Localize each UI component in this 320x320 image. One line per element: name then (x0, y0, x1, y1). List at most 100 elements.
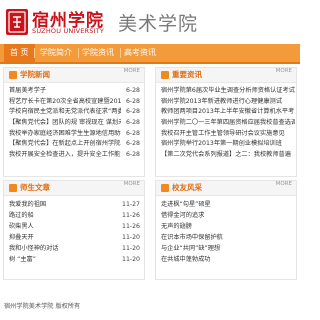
article-title[interactable]: 砍柴黑人 (9, 221, 34, 232)
list-item[interactable]: 在共城中蓬勃成功 (156, 254, 296, 265)
expo-title[interactable]: 在共城中蓬勃成功 (161, 254, 211, 265)
list-item[interactable]: 我校召开主管工作主管领导研讨会议实施意见 (156, 129, 296, 140)
list-item[interactable]: 树 “主富” 11-20 (4, 254, 144, 265)
notice-title[interactable]: 宿州学院2013年新进教师进行心理健康测试 (161, 97, 282, 108)
article-list: 我爱我的祖国 11-27 路过的船 11-26 砍柴黑人 11-26 抑叠天开 11-2… (4, 196, 144, 265)
list-item[interactable]: 【聚焦党代会】团队的规 审视现在 谋划未来 6-28 (4, 118, 144, 129)
nav-admission-news[interactable]: 高考资讯 (124, 44, 156, 62)
list-item[interactable]: 【第二次党代会系列报道】之二：我校教师普遍 (156, 150, 296, 161)
panel-title: 校友风采 (172, 183, 202, 192)
news-title[interactable]: 程艺厅长卡在第20次全省高校宣建暨2013年度高教 (9, 97, 121, 108)
article-date: 11-20 (122, 245, 140, 252)
panel-header: 师生文章 MORE (4, 181, 144, 196)
orange-square-icon (9, 184, 17, 192)
news-date: 6-28 (125, 129, 140, 137)
expo-title[interactable]: 无声的翅膀 (161, 221, 192, 232)
more-link[interactable]: MORE (124, 68, 140, 74)
list-item[interactable]: 学校向宿民主党派和无党派代表征求“两委”工作 6-28 (4, 107, 144, 118)
main-nav: 首 页 学院简介 学院资讯 高考资讯 (0, 44, 300, 64)
list-item[interactable]: 无声的翅膀 (156, 221, 296, 232)
orange-square-icon (9, 71, 17, 79)
site-header: 宿州学院 SUZHOU UNIVERSITY 美术学院 (0, 0, 300, 44)
copyright-text: 宿州学院美术学院 版权所有 (4, 303, 81, 310)
notice-title[interactable]: 宿州学院二〇一三年第四届资格应届我校普查选调 (161, 118, 295, 129)
site-title: 美术学院 (118, 13, 199, 35)
logo-english-name[interactable]: SUZHOU UNIVERSITY (32, 27, 104, 35)
list-item[interactable]: 路过的船 11-26 (4, 210, 144, 221)
news-title[interactable]: 【聚焦党代会】在新起点上开创宿州学院发展新局 (9, 139, 121, 150)
list-item[interactable]: 与企业“共同”缺”理想 (156, 243, 296, 254)
expo-list: 走进枫“勾星”硕星 借得金河的追求 无声的翅膀 在识本市场中保留护航 与企业“共… (156, 196, 296, 265)
list-item[interactable]: 砍柴黑人 11-26 (4, 221, 144, 232)
college-news-panel: 学院新闻 MORE 首届美考学子 6-28 程艺厅长卡在第20次全省高校宣建暨20… (3, 67, 145, 177)
list-item[interactable]: 宿州学院第6届次毕业生调查分析师资格认证考试 (156, 86, 296, 97)
nav-college-news[interactable]: 学院资讯 (82, 44, 114, 62)
list-item[interactable]: 我校举办家庭经济困难学生生源地信用助学贷款专 6-28 (4, 129, 144, 140)
panel-title: 师生文章 (20, 183, 50, 192)
more-link[interactable]: MORE (276, 181, 292, 187)
panel-title: 学院新闻 (20, 70, 50, 79)
notice-title[interactable]: 宿州学院举行2013年第一期创业模拟培训班 (161, 139, 282, 150)
nav-separator (78, 48, 79, 58)
list-item[interactable]: 我校开展安全检查进入，提升安全工作能力 6-28 (4, 150, 144, 161)
panel-title: 重要资讯 (172, 70, 202, 79)
panel-header: 学院新闻 MORE (4, 68, 144, 83)
nav-home[interactable]: 首 页 (4, 44, 35, 62)
orange-square-icon (161, 184, 169, 192)
article-date: 11-26 (122, 212, 140, 219)
list-item[interactable]: 宿州学院二〇一三年第四届资格应届我校普查选调 (156, 118, 296, 129)
list-item[interactable]: 走进枫“勾星”硕星 (156, 199, 296, 210)
more-link[interactable]: MORE (124, 181, 140, 187)
notice-title[interactable]: 【第二次党代会系列报道】之二：我校教师普遍 (161, 150, 291, 161)
nav-separator (34, 48, 35, 58)
expo-title[interactable]: 与企业“共同”缺”理想 (161, 243, 220, 254)
news-date: 6-28 (125, 151, 140, 159)
notice-title[interactable]: 宿州学院第6届次毕业生调查分析师资格认证考试 (161, 86, 295, 97)
list-item[interactable]: 抑叠天开 11-20 (4, 232, 144, 243)
article-title[interactable]: 树 “主富” (9, 254, 36, 265)
news-date: 6-28 (125, 97, 140, 105)
panel-header: 重要资讯 MORE (156, 68, 296, 83)
list-item[interactable]: 程艺厅长卡在第20次全省高校宣建暨2013年度高教 6-28 (4, 97, 144, 108)
news-date: 6-28 (125, 119, 140, 127)
notices-panel: 重要资讯 MORE 宿州学院第6届次毕业生调查分析师资格认证考试 宿州学院201… (155, 67, 297, 177)
article-title[interactable]: 路过的船 (9, 210, 34, 221)
expo-title[interactable]: 在识本市场中保留护航 (161, 232, 223, 243)
list-item[interactable]: 首届美考学子 6-28 (4, 86, 144, 97)
nav-separator (120, 48, 121, 58)
news-title[interactable]: 首届美考学子 (9, 86, 46, 97)
article-date: 11-20 (122, 234, 140, 241)
list-item[interactable]: 我爱我的祖国 11-27 (4, 199, 144, 210)
article-title[interactable]: 抑叠天开 (9, 232, 34, 243)
notice-title[interactable]: 教师团两项目2013年上半年安徽省计算机水平考 (161, 107, 294, 118)
article-date: 11-20 (122, 256, 140, 263)
list-item[interactable]: 在识本市场中保留护航 (156, 232, 296, 243)
expo-title[interactable]: 走进枫“勾星”硕星 (161, 199, 211, 210)
article-title[interactable]: 我和小怪神的对话 (9, 243, 59, 254)
notice-list: 宿州学院第6届次毕业生调查分析师资格认证考试 宿州学院2013年新进教师进行心理… (156, 83, 296, 161)
nav-college-intro[interactable]: 学院简介 (40, 44, 72, 62)
expo-title[interactable]: 借得金河的追求 (161, 210, 204, 221)
article-date: 11-27 (122, 201, 140, 208)
university-seal-icon[interactable] (5, 8, 29, 36)
teacher-articles-panel: 师生文章 MORE 我爱我的祖国 11-27 路过的船 11-26 砍柴黑人 11-2… (3, 180, 145, 280)
notice-title[interactable]: 我校召开主管工作主管领导研讨会议实施意见 (161, 129, 285, 140)
article-title[interactable]: 我爱我的祖国 (9, 199, 46, 210)
news-date: 6-28 (125, 140, 140, 148)
news-list: 首届美考学子 6-28 程艺厅长卡在第20次全省高校宣建暨2013年度高教 6-28… (4, 83, 144, 161)
news-title[interactable]: 我校举办家庭经济困难学生生源地信用助学贷款专 (9, 129, 121, 140)
news-date: 6-28 (125, 108, 140, 116)
news-title[interactable]: 学校向宿民主党派和无党派代表征求“两委”工作 (9, 107, 121, 118)
alumni-expo-panel: 校友风采 MORE 走进枫“勾星”硕星 借得金河的追求 无声的翅膀 在识本市场中… (155, 180, 297, 280)
list-item[interactable]: 宿州学院举行2013年第一期创业模拟培训班 (156, 139, 296, 150)
article-date: 11-26 (122, 223, 140, 230)
list-item[interactable]: 我和小怪神的对话 11-20 (4, 243, 144, 254)
list-item[interactable]: 借得金河的追求 (156, 210, 296, 221)
list-item[interactable]: 教师团两项目2013年上半年安徽省计算机水平考 (156, 107, 296, 118)
more-link[interactable]: MORE (276, 68, 292, 74)
list-item[interactable]: 宿州学院2013年新进教师进行心理健康测试 (156, 97, 296, 108)
list-item[interactable]: 【聚焦党代会】在新起点上开创宿州学院发展新局 6-28 (4, 139, 144, 150)
news-title[interactable]: 我校开展安全检查进入，提升安全工作能力 (9, 150, 121, 161)
orange-square-icon (161, 71, 169, 79)
news-title[interactable]: 【聚焦党代会】团队的规 审视现在 谋划未来 (9, 118, 121, 129)
